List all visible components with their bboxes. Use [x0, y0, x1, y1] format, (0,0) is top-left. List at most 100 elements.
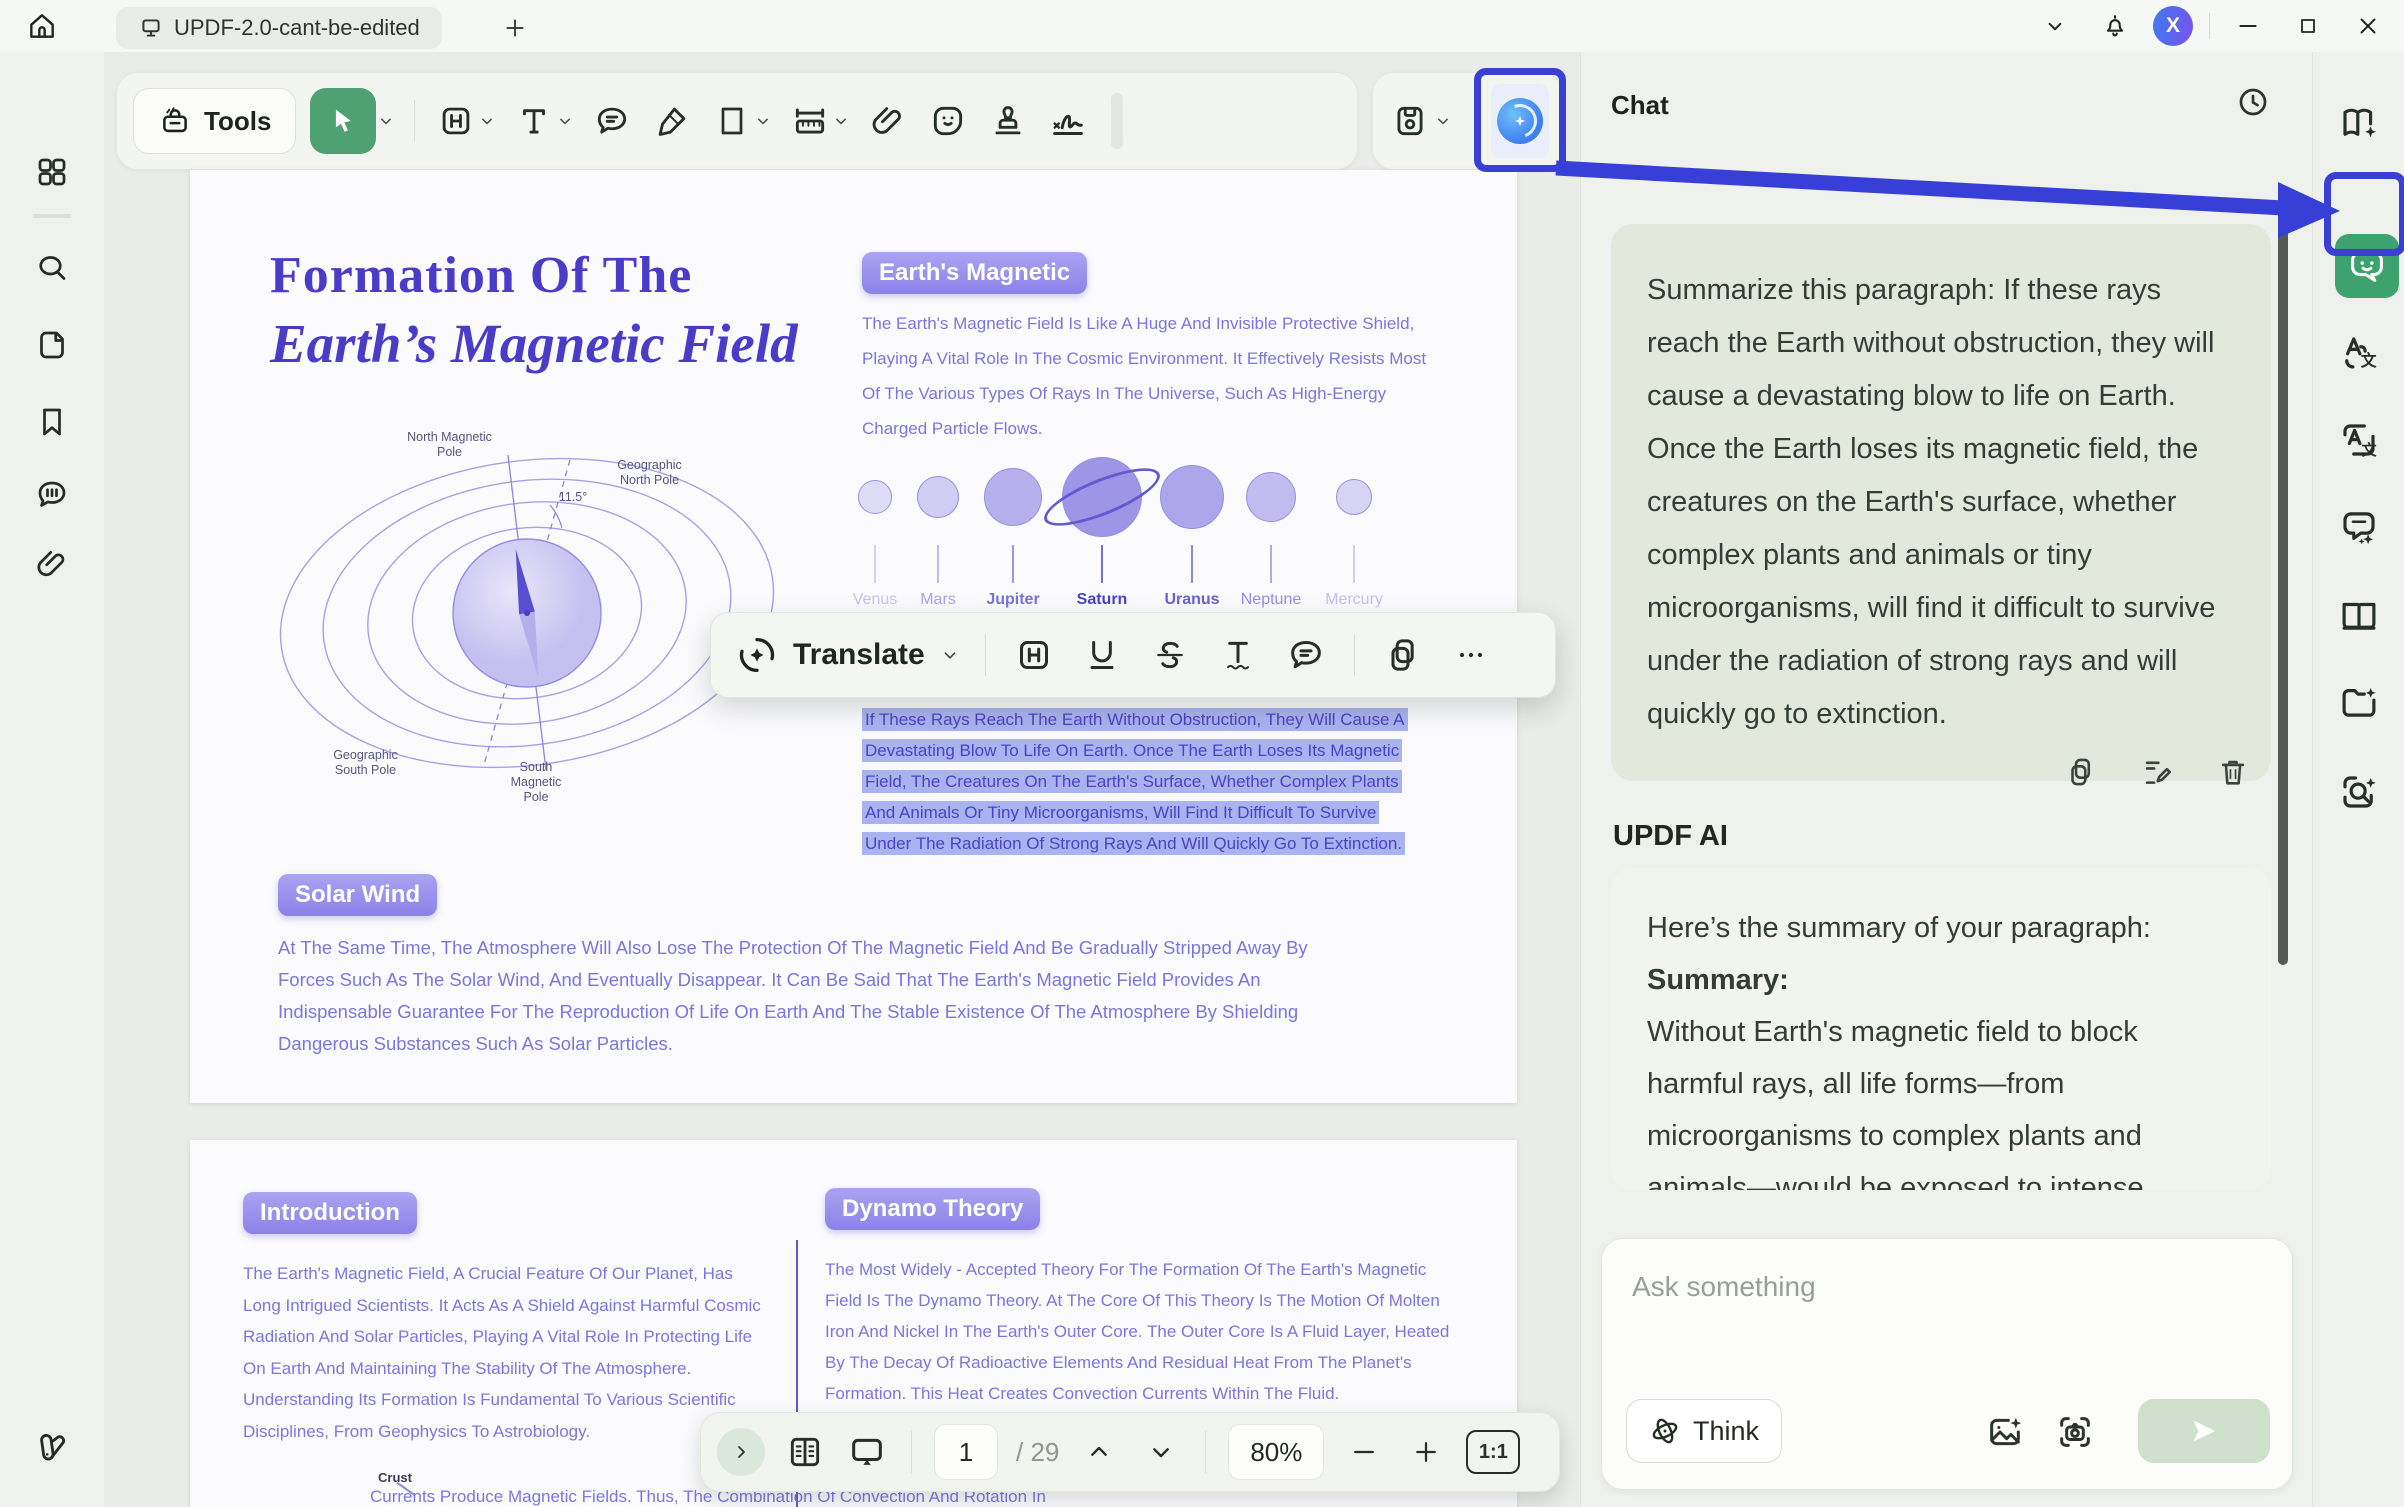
annotations-panel-button[interactable] [32, 475, 72, 515]
heading-tool-chevron-icon[interactable] [477, 111, 497, 131]
section-badge-introduction: Introduction [243, 1192, 417, 1234]
measure-tool-chevron-icon[interactable] [831, 111, 851, 131]
selbar-copy-button[interactable] [1379, 627, 1427, 683]
select-tool-button[interactable] [310, 88, 376, 154]
send-button[interactable] [2138, 1399, 2270, 1463]
presentation-button[interactable] [845, 1427, 889, 1477]
attachments-panel-button[interactable] [32, 544, 72, 584]
paperclip-icon [34, 546, 70, 582]
screenshot-button[interactable] [2054, 1411, 2096, 1453]
chat-history-button[interactable] [2229, 78, 2277, 126]
ai-response-bubble: Here’s the summary of your paragraph: Su… [1611, 868, 2271, 1190]
ai-button-highlight-box [1474, 68, 1566, 172]
book-sparkle-icon [2338, 101, 2380, 143]
ai-chat-highlight-box [2324, 172, 2404, 256]
highlighter-tool-button[interactable] [649, 92, 695, 150]
main-toolbar: Tools [116, 72, 1358, 170]
chevron-right-icon [729, 1440, 753, 1464]
selected-paragraph[interactable]: If These Rays Reach The Earth Without Ob… [862, 704, 1414, 859]
strikethrough-icon [1150, 635, 1190, 675]
next-page-button[interactable] [1139, 1427, 1183, 1477]
notifications-button[interactable] [2093, 4, 2137, 48]
think-label: Think [1693, 1416, 1759, 1447]
label-geographic-south-pole: Geographic South Pole [318, 748, 413, 778]
selbar-underline-button[interactable] [1078, 627, 1126, 683]
reader-mode-button[interactable] [2337, 593, 2381, 637]
copy-message-button[interactable] [2061, 752, 2101, 792]
close-button[interactable] [2346, 4, 2390, 48]
sticker-button[interactable] [925, 92, 971, 150]
shape-tool-button[interactable] [709, 92, 755, 150]
edit-message-button[interactable] [2137, 752, 2177, 792]
select-tool-chevron-icon[interactable] [376, 111, 396, 131]
zoom-in-button[interactable] [1404, 1427, 1448, 1477]
copy-icon [2064, 755, 2098, 789]
swatches-icon [33, 1429, 71, 1467]
selection-toolbar: Translate [710, 612, 1556, 698]
page-number-input[interactable]: 1 [934, 1424, 998, 1480]
title-bar: UPDF-2.0-cant-be-edited X [0, 0, 2404, 52]
copy-icon [1383, 635, 1423, 675]
actual-size-button[interactable]: 1:1 [1466, 1430, 1520, 1474]
save-button[interactable] [1387, 92, 1433, 150]
two-page-view-button[interactable] [783, 1427, 827, 1477]
chat-title: Chat [1611, 90, 1669, 121]
bookmarks-panel-button[interactable] [32, 402, 72, 442]
expand-bar-button[interactable] [717, 1428, 765, 1476]
comment-tool-button[interactable] [589, 92, 635, 150]
previous-page-button[interactable] [1077, 1427, 1121, 1477]
tools-button[interactable]: Tools [133, 88, 296, 154]
chat-scrollbar[interactable] [2278, 205, 2288, 965]
text-tool-chevron-icon[interactable] [555, 111, 575, 131]
chevron-down-icon [1145, 1436, 1177, 1468]
delete-message-button[interactable] [2213, 752, 2253, 792]
section-badge-dynamo-theory: Dynamo Theory [825, 1188, 1040, 1230]
shape-tool-chevron-icon[interactable] [753, 111, 773, 131]
selbar-comment-button[interactable] [1282, 627, 1330, 683]
document-tab[interactable]: UPDF-2.0-cant-be-edited [116, 7, 442, 49]
thumbnails-panel-button[interactable] [32, 152, 72, 192]
pages-panel-button[interactable] [32, 325, 72, 365]
think-button[interactable]: Think [1626, 1399, 1782, 1463]
avatar[interactable]: X [2153, 6, 2193, 46]
ai-search-button[interactable] [2337, 770, 2381, 814]
chat-input-card: Ask something Think [1601, 1238, 2293, 1490]
save-chevron-icon[interactable] [1433, 111, 1453, 131]
ai-summary-button[interactable] [2337, 100, 2381, 144]
home-button[interactable] [14, 0, 70, 52]
zoom-out-button[interactable] [1342, 1427, 1386, 1477]
selbar-divider [985, 634, 986, 676]
maximize-button[interactable] [2286, 4, 2330, 48]
chat-panel: Chat Summarize this paragraph: If these … [1580, 52, 2312, 1507]
appearance-button[interactable] [32, 1428, 72, 1468]
selbar-more-button[interactable] [1447, 627, 1495, 683]
search-icon [34, 250, 70, 286]
search-panel-button[interactable] [32, 248, 72, 288]
signature-button[interactable] [1045, 92, 1091, 150]
ai-files-button[interactable] [2337, 680, 2381, 724]
attach-file-button[interactable] [865, 92, 911, 150]
translate-button[interactable]: Translate [735, 633, 961, 677]
ruler-icon [791, 102, 829, 140]
zoom-level-input[interactable]: 80% [1228, 1424, 1324, 1480]
ai-sidebar [2312, 52, 2404, 1507]
translate-page-button[interactable] [2337, 418, 2381, 462]
collapse-toolbar-chevron[interactable] [2033, 4, 2077, 48]
selbar-squiggly-button[interactable] [1214, 627, 1262, 683]
minimize-button[interactable] [2226, 4, 2270, 48]
text-tool-button[interactable] [511, 92, 557, 150]
new-tab-button[interactable] [494, 8, 536, 48]
chat-input[interactable]: Ask something [1632, 1271, 1816, 1303]
image-sparkle-icon [1985, 1412, 2025, 1452]
translate-text-button[interactable] [2337, 330, 2381, 374]
stamp-button[interactable] [985, 92, 1031, 150]
measure-tool-button[interactable] [787, 92, 833, 150]
selbar-heading-button[interactable] [1010, 627, 1058, 683]
heading-tool-button[interactable] [433, 92, 479, 150]
comment-bubble-icon [1286, 635, 1326, 675]
updf-app-window: UPDF-2.0-cant-be-edited X Tools [0, 0, 2404, 1507]
insert-image-button[interactable] [1984, 1411, 2026, 1453]
selbar-strikethrough-button[interactable] [1146, 627, 1194, 683]
ai-write-button[interactable] [2337, 505, 2381, 549]
translate-icon [2338, 331, 2380, 373]
